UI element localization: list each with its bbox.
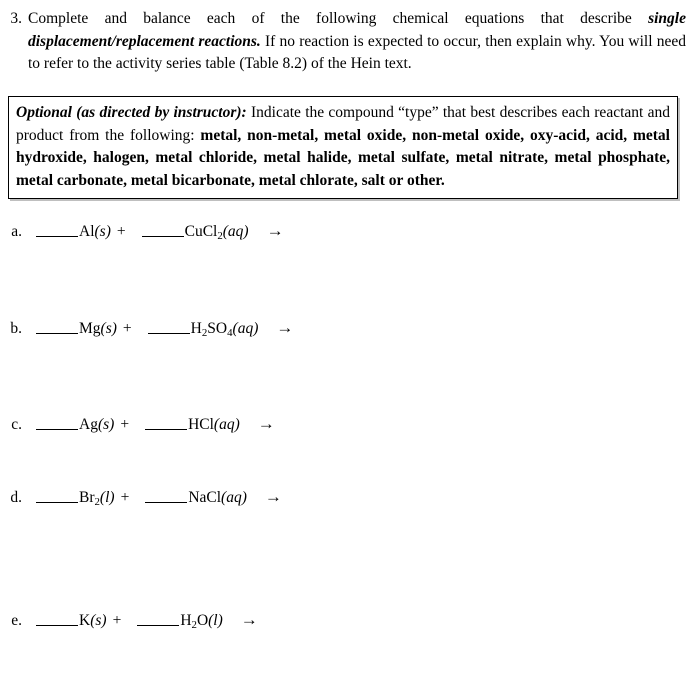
equation-row: a. Al(s) + CuCl2(aq) →: [0, 218, 680, 244]
item-label: e.: [11, 612, 22, 629]
reactant-formula: Mg(s): [79, 320, 117, 337]
item-label: b.: [10, 320, 22, 337]
equation-row: d. Br2(l) + NaCl(aq) →: [0, 484, 680, 510]
coefficient-blank[interactable]: [141, 222, 184, 237]
plus-sign: +: [116, 223, 126, 240]
coefficient-blank[interactable]: [145, 415, 188, 430]
optional-label: Optional (as directed by instructor):: [16, 104, 247, 121]
question-intro-text: Complete and balance each of the followi…: [28, 8, 686, 76]
plus-sign: +: [112, 612, 122, 629]
equation-row: b. Mg(s) + H2SO4(aq) →: [0, 315, 680, 341]
reaction-arrow: →: [276, 318, 294, 337]
optional-instruction-box: Optional (as directed by instructor): In…: [8, 96, 678, 199]
equation-row: c. Ag(s) + HCl(aq) →: [0, 411, 680, 437]
reactant-formula: H2SO4(aq): [190, 320, 259, 340]
question-intro: 3. Complete and balance each of the foll…: [0, 8, 686, 76]
optional-tail: or other.: [384, 171, 445, 189]
reactant-formula: Ag(s): [79, 416, 115, 433]
item-label: c.: [11, 416, 22, 433]
plus-sign: +: [120, 489, 130, 506]
coefficient-blank[interactable]: [137, 611, 180, 626]
coefficient-blank[interactable]: [36, 611, 78, 626]
intro-text-part1: Complete and balance each of the followi…: [28, 10, 649, 27]
reactant-formula: CuCl2(aq): [184, 223, 249, 243]
reactant-formula: Br2(l): [79, 489, 115, 509]
reaction-arrow: →: [257, 414, 275, 433]
reactant-formula: HCl(aq): [188, 416, 240, 433]
coefficient-blank[interactable]: [36, 488, 78, 503]
item-label: a.: [11, 223, 22, 240]
item-label: d.: [10, 489, 22, 506]
plus-sign: +: [120, 416, 130, 433]
coefficient-blank[interactable]: [36, 222, 78, 237]
reactant-formula: K(s): [79, 612, 107, 629]
reaction-arrow: →: [264, 487, 282, 506]
reactant-formula: NaCl(aq): [188, 489, 247, 506]
coefficient-blank[interactable]: [36, 415, 78, 430]
coefficient-blank[interactable]: [145, 488, 188, 503]
reactant-formula: H2O(l): [180, 612, 223, 632]
question-number: 3.: [10, 10, 22, 27]
equation-row: e. K(s) + H2O(l) →: [0, 607, 680, 633]
reaction-arrow: →: [266, 221, 284, 240]
worksheet-page: 3. Complete and balance each of the foll…: [0, 0, 700, 684]
reaction-arrow: →: [240, 610, 258, 629]
coefficient-blank[interactable]: [147, 319, 190, 334]
coefficient-blank[interactable]: [36, 319, 78, 334]
plus-sign: +: [122, 320, 132, 337]
reactant-formula: Al(s): [79, 223, 111, 240]
